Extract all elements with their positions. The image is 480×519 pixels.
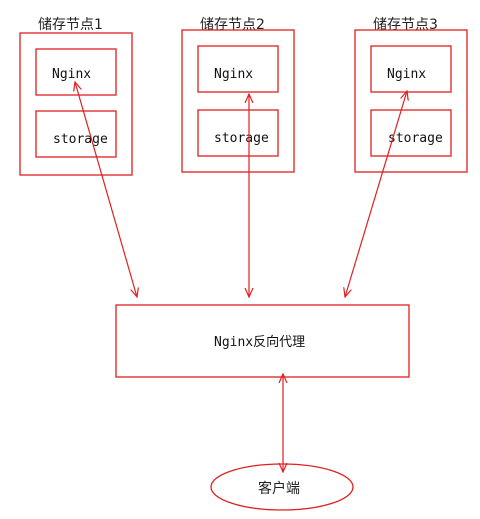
architecture-diagram: 储存节点1 Nginx storage 储存节点2 Nginx storage … bbox=[19, 17, 468, 511]
storage-node-2-nginx-label: Nginx bbox=[214, 67, 253, 82]
storage-node-1-title: 储存节点1 bbox=[38, 17, 103, 33]
storage-node-2-storage-label: storage bbox=[214, 131, 269, 146]
storage-node-2: 储存节点2 Nginx storage bbox=[181, 17, 295, 173]
storage-node-1-storage-label: storage bbox=[53, 132, 108, 147]
client: 客户端 bbox=[210, 463, 354, 511]
storage-node-3-storage-label: storage bbox=[388, 131, 443, 146]
storage-node-3-nginx-label: Nginx bbox=[387, 67, 426, 82]
reverse-proxy-label: Nginx反向代理 bbox=[214, 334, 305, 350]
reverse-proxy: Nginx反向代理 bbox=[115, 304, 410, 378]
storage-node-3: 储存节点3 Nginx storage bbox=[354, 17, 468, 173]
storage-node-1: 储存节点1 Nginx storage bbox=[19, 17, 133, 176]
client-label: 客户端 bbox=[258, 480, 300, 497]
storage-node-1-nginx-label: Nginx bbox=[52, 67, 91, 82]
